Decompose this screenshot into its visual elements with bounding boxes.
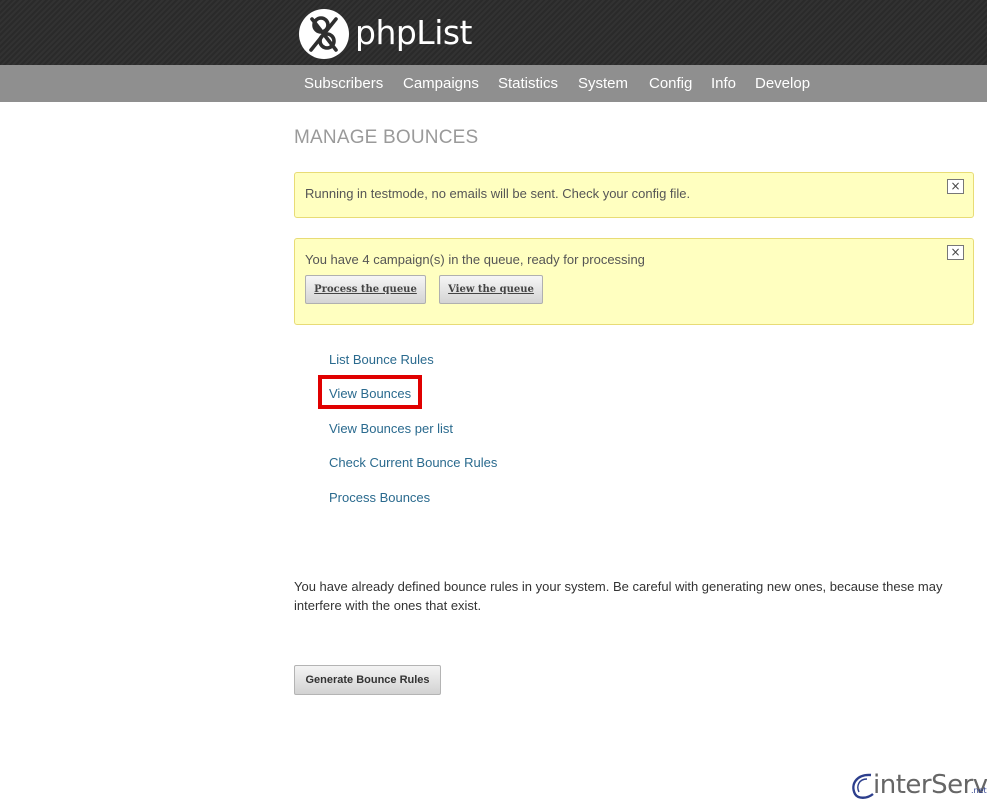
bounce-rules-info: You have already defined bounce rules in… bbox=[294, 579, 943, 613]
phplist-logo-icon bbox=[299, 9, 349, 59]
interserver-net-text: .net bbox=[971, 786, 987, 795]
queue-notice-text: You have 4 campaign(s) in the queue, rea… bbox=[305, 252, 645, 267]
main-nav: Subscribers Campaigns Statistics System … bbox=[0, 65, 987, 102]
phplist-logo[interactable]: phpList bbox=[298, 8, 473, 60]
nav-item-statistics[interactable]: Statistics bbox=[498, 65, 558, 102]
header-bar: phpList bbox=[0, 0, 987, 65]
process-queue-button[interactable]: Process the queue bbox=[305, 275, 426, 304]
nav-item-config[interactable]: Config bbox=[649, 65, 692, 102]
interserver-text: interServer bbox=[873, 770, 987, 800]
close-icon[interactable]: × bbox=[947, 179, 964, 194]
queue-notice: You have 4 campaign(s) in the queue, rea… bbox=[294, 238, 974, 325]
nav-item-system[interactable]: System bbox=[578, 65, 628, 102]
process-bounces-link[interactable]: Process Bounces bbox=[329, 490, 430, 505]
view-bounces-link[interactable]: View Bounces bbox=[329, 386, 411, 401]
nav-item-campaigns[interactable]: Campaigns bbox=[403, 65, 479, 102]
interserver-logo[interactable]: interServer .net bbox=[849, 770, 987, 802]
nav-item-develop[interactable]: Develop bbox=[755, 65, 810, 102]
list-bounce-rules-link[interactable]: List Bounce Rules bbox=[329, 352, 434, 367]
view-bounces-per-list-link[interactable]: View Bounces per list bbox=[329, 421, 453, 436]
generate-bounce-rules-button[interactable]: Generate Bounce Rules bbox=[294, 665, 441, 695]
close-icon[interactable]: × bbox=[947, 245, 964, 260]
nav-item-info[interactable]: Info bbox=[711, 65, 736, 102]
page-title: MANAGE BOUNCES bbox=[294, 127, 479, 148]
logo-text: phpList bbox=[355, 12, 473, 52]
nav-item-subscribers[interactable]: Subscribers bbox=[304, 65, 383, 102]
testmode-notice-text: Running in testmode, no emails will be s… bbox=[305, 186, 691, 201]
check-bounce-rules-link[interactable]: Check Current Bounce Rules bbox=[329, 455, 497, 470]
view-queue-button[interactable]: View the queue bbox=[439, 275, 543, 304]
testmode-notice: Running in testmode, no emails will be s… bbox=[294, 172, 974, 218]
